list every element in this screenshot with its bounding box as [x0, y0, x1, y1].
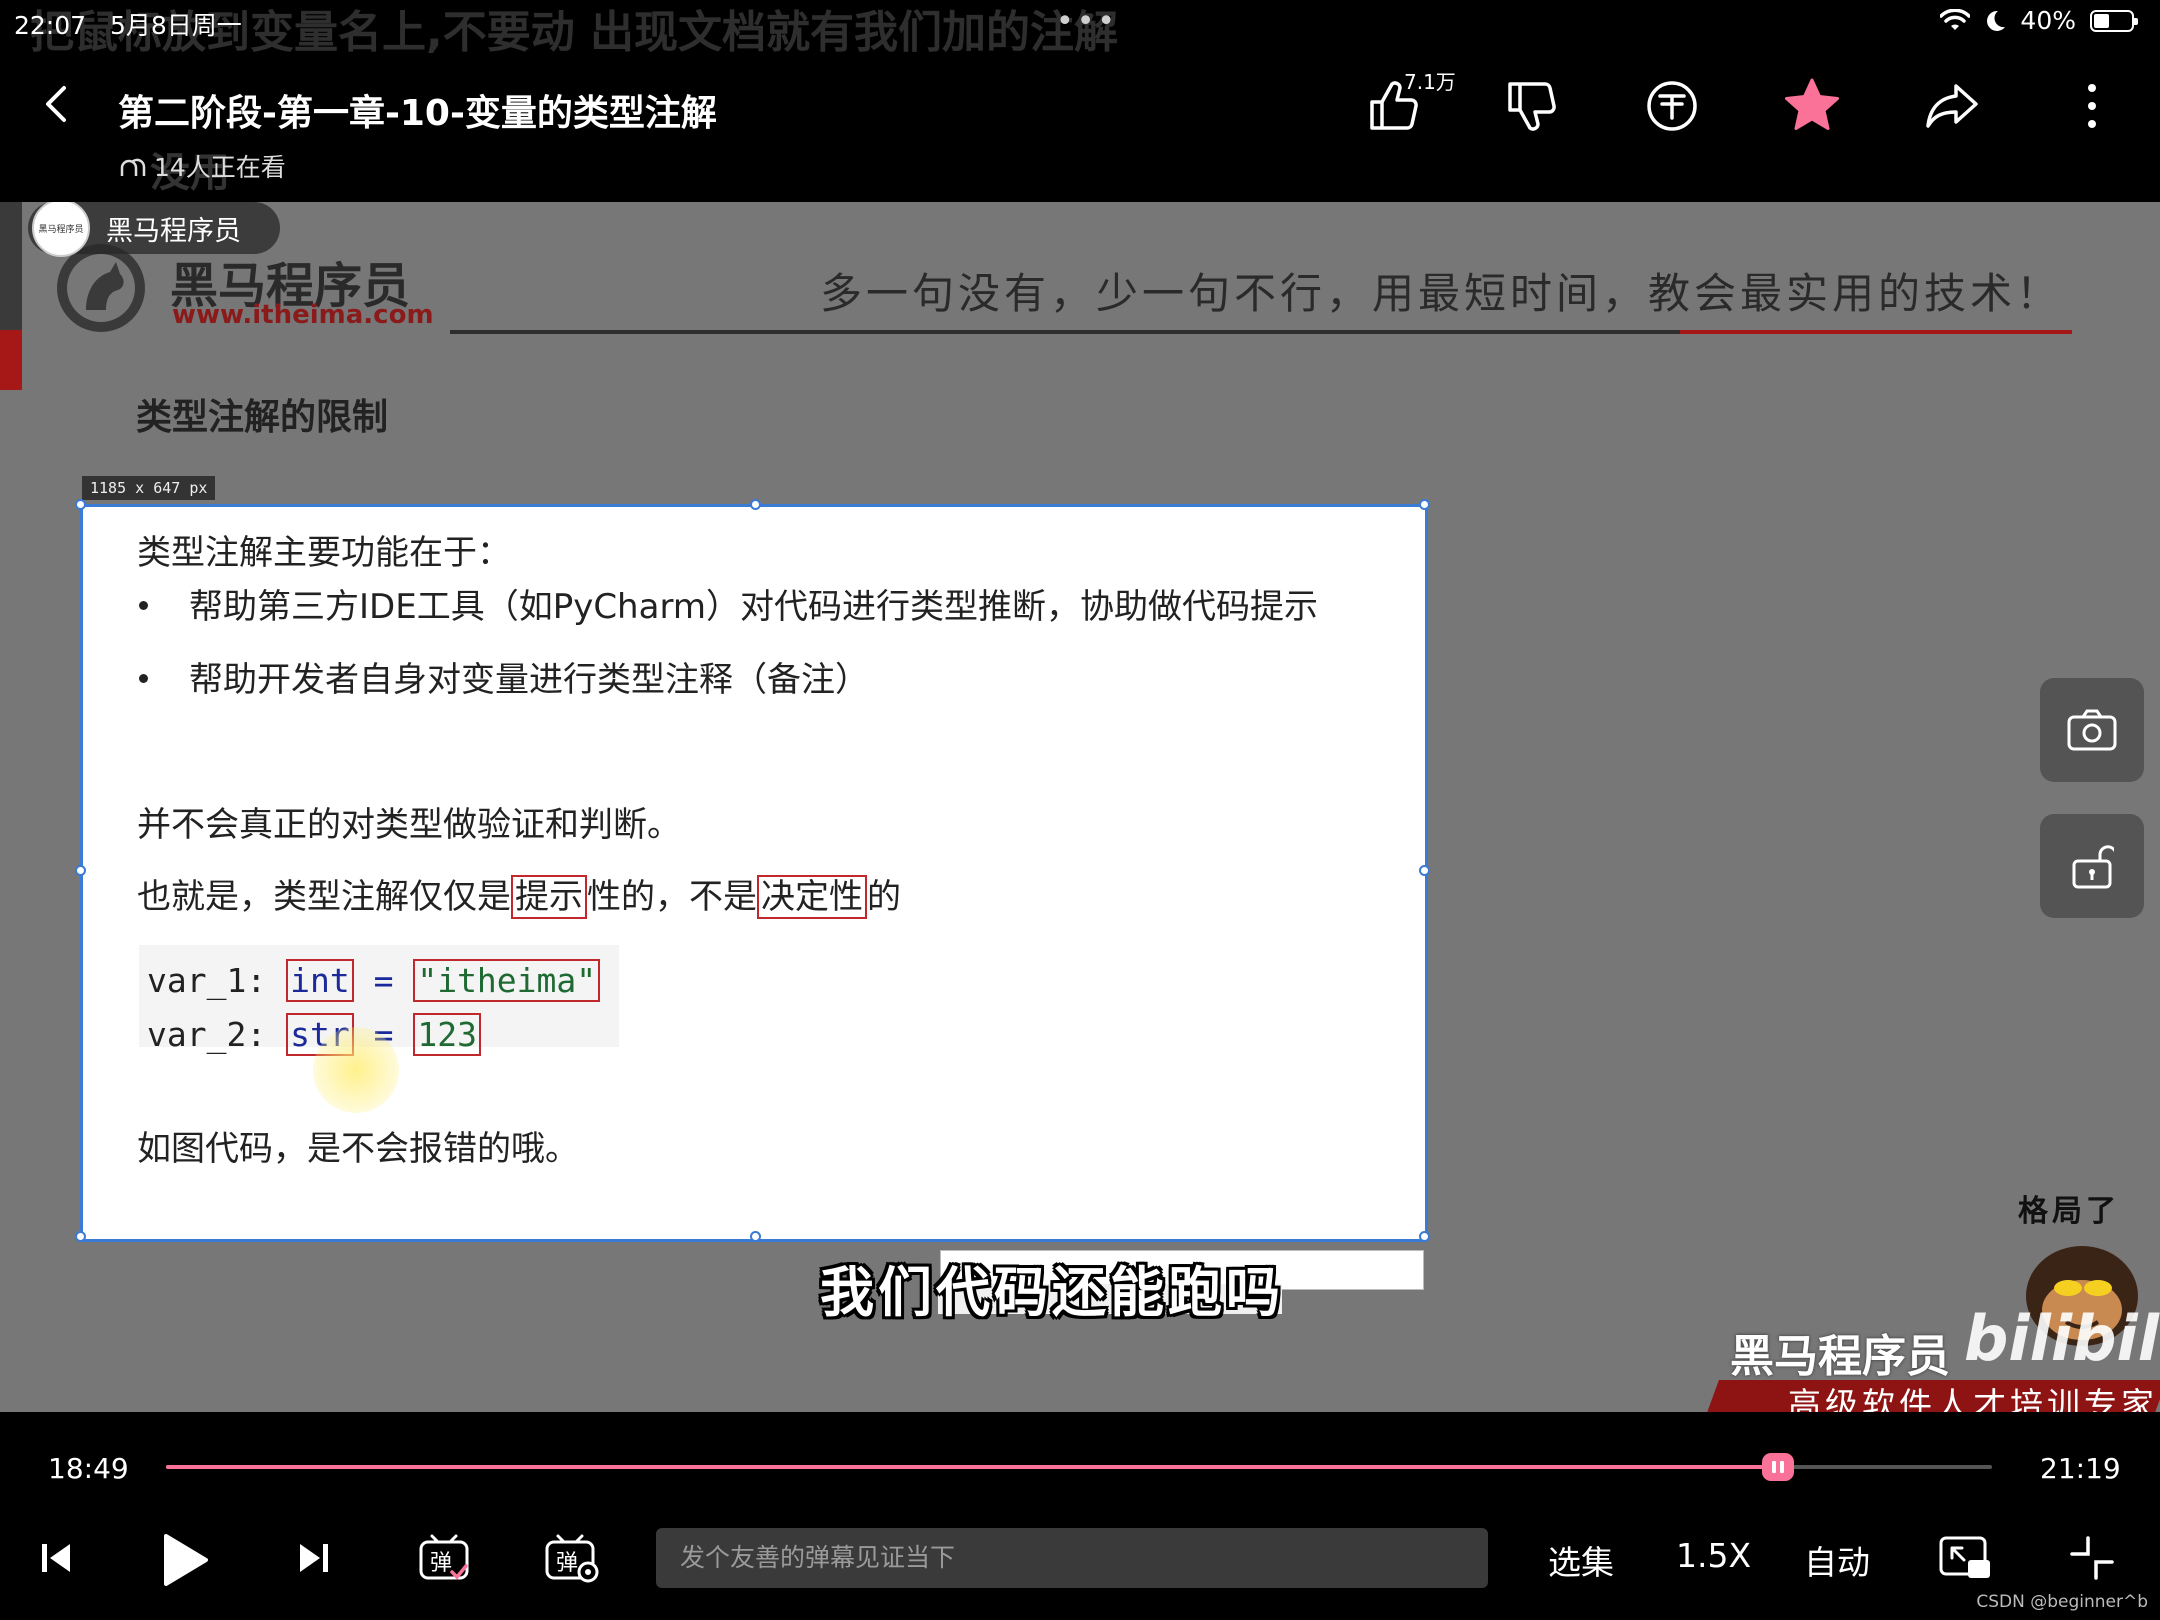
csdn-watermark: CSDN @beginner^b [1976, 1592, 2148, 1612]
coin-icon[interactable] [1640, 74, 1704, 138]
slide-left-strip [0, 202, 22, 332]
code-value: "itheima" [413, 959, 601, 1002]
quality-button[interactable]: 自动 [1804, 1536, 1870, 1584]
danmaku-label: 弹 [430, 1551, 452, 1576]
resize-handle [75, 499, 86, 510]
video-subtitle: 我们代码还能跑吗 [820, 1261, 1284, 1324]
status-time: 22:07 [14, 11, 87, 40]
viewers-icon [120, 158, 146, 176]
battery-icon [2090, 9, 2138, 32]
total-time: 21:19 [2040, 1452, 2121, 1485]
progress-thumb[interactable] [1761, 1453, 1794, 1481]
play-icon[interactable] [158, 1532, 212, 1588]
watermark-tag: 格局了 [2018, 1194, 2120, 1229]
lock-button[interactable] [2040, 814, 2144, 918]
back-arrow-icon[interactable] [36, 82, 80, 126]
channel-name: 黑马程序员 [106, 215, 241, 247]
share-icon[interactable] [1920, 74, 1984, 138]
camera-icon [2067, 709, 2117, 751]
current-time: 18:49 [48, 1452, 129, 1485]
pip-icon[interactable] [1938, 1534, 1992, 1582]
danmaku-input[interactable] [656, 1528, 1488, 1588]
slide-left-accent [0, 330, 22, 390]
multitask-dots[interactable]: ••• [1056, 4, 1118, 39]
slide-intro: 类型注解主要功能在于： [137, 533, 511, 573]
code-eq: = [373, 961, 394, 1000]
status-bar: 把鼠标放到变量名上,不要动 出现文档就有我们加的注解 22:07 5月8日周一 … [0, 0, 2160, 58]
status-right: 40% [1940, 6, 2138, 35]
code-type: int [286, 959, 354, 1002]
more-icon[interactable] [2060, 74, 2124, 138]
resize-handle [1419, 499, 1430, 510]
progress-fill [166, 1465, 1778, 1469]
code-var: var_1 [147, 961, 247, 1000]
danmaku-settings-icon[interactable]: 弹 [544, 1532, 600, 1584]
resize-handle [750, 1231, 761, 1242]
progress-bar[interactable] [166, 1453, 1992, 1481]
star-icon[interactable] [1780, 74, 1844, 138]
slide-bullet-1: 帮助第三方IDE工具（如PyCharm）对代码进行类型推断，协助做代码提示 [189, 587, 1318, 627]
channel-badge[interactable]: 黑马程序员 黑马程序员 [28, 202, 280, 257]
thumbs-down-icon[interactable] [1500, 74, 1564, 138]
cursor-highlight [313, 1027, 399, 1113]
screenshot-button[interactable] [2040, 678, 2144, 782]
viewer-count-text: 14人正在看 [154, 153, 286, 182]
like-count: 7.1万 [1404, 70, 1456, 94]
resize-handle [1419, 1231, 1430, 1242]
video-header: 第二阶段-第一章-10-变量的类型注解 没用 14人正在看 7.1万 [0, 44, 2160, 202]
resize-handle [75, 1231, 86, 1242]
code-line-2: var_2: str = 123 [147, 1013, 481, 1056]
resize-handle [750, 499, 761, 510]
brand-url: www.itheima.com [172, 300, 434, 330]
code-value: 123 [413, 1013, 481, 1056]
note-text: 也就是，类型注解仅仅是 [137, 877, 511, 917]
code-line-1: var_1: int = "itheima" [147, 959, 601, 1002]
moon-icon [1987, 10, 2006, 31]
bullet-dot [139, 674, 148, 683]
resize-handle [1419, 865, 1430, 876]
slide-slogan: 多一句没有，少一句不行，用最短时间，教会最实用的技术！ [820, 269, 2063, 318]
code-colon: : [246, 1015, 267, 1054]
highlight-decisive: 决定性 [757, 875, 867, 919]
resize-handle [75, 865, 86, 876]
video-frame[interactable]: 黑马程序员 www.itheima.com 多一句没有，少一句不行，用最短时间，… [0, 202, 2160, 1412]
highlight-hint: 提示 [511, 875, 587, 919]
watermark-name: 黑马程序员 [1730, 1331, 1950, 1382]
bilibili-logo: bilibili [1964, 1302, 2160, 1375]
exit-fullscreen-icon[interactable] [2068, 1534, 2116, 1582]
unlock-icon [2072, 845, 2114, 889]
video-title: 第二阶段-第一章-10-变量的类型注解 [118, 93, 717, 134]
slide-bullet-2: 帮助开发者自身对变量进行类型注释（备注） [189, 660, 869, 700]
status-left: 22:07 5月8日周一 [14, 6, 258, 42]
next-icon[interactable] [296, 1540, 330, 1576]
slogan-underline-accent [1680, 330, 2072, 334]
status-date: 5月8日周一 [110, 11, 242, 40]
slide-note-2: 也就是，类型注解仅仅是 提示 性的，不是 决定性的 [137, 869, 901, 919]
watermark-slogan: 高级软件人才培训专家 [1788, 1385, 2158, 1412]
slide-content-box: 类型注解主要功能在于： 帮助第三方IDE工具（如PyCharm）对代码进行类型推… [75, 499, 1430, 1242]
selection-size-label: 1185 x 647 px [82, 476, 216, 500]
episodes-button[interactable]: 选集 [1548, 1536, 1614, 1584]
code-var: var_2 [147, 1015, 247, 1054]
previous-icon[interactable] [40, 1540, 74, 1576]
player-controls: 18:49 21:19 弹 弹 选集 1.5X 自动 CSDN [0, 1412, 2160, 1620]
battery-percent: 40% [2020, 6, 2076, 35]
speed-button[interactable]: 1.5X [1676, 1536, 1751, 1575]
danmaku-toggle-icon[interactable]: 弹 [418, 1532, 470, 1584]
slide-note-1: 并不会真正的对类型做验证和判断。 [137, 805, 681, 845]
code-colon: : [246, 961, 267, 1000]
wifi-icon [1940, 8, 1971, 30]
viewer-count: 14人正在看 [118, 148, 286, 184]
slide-footer: 如图代码，是不会报错的哦。 [137, 1129, 579, 1169]
channel-avatar: 黑马程序员 [32, 202, 90, 257]
note-text: 性的，不是 [587, 877, 757, 917]
bullet-dot [139, 601, 148, 610]
slide-heading: 类型注解的限制 [136, 397, 389, 438]
danmaku-label: 弹 [556, 1551, 578, 1576]
note-text: 的 [867, 877, 901, 917]
